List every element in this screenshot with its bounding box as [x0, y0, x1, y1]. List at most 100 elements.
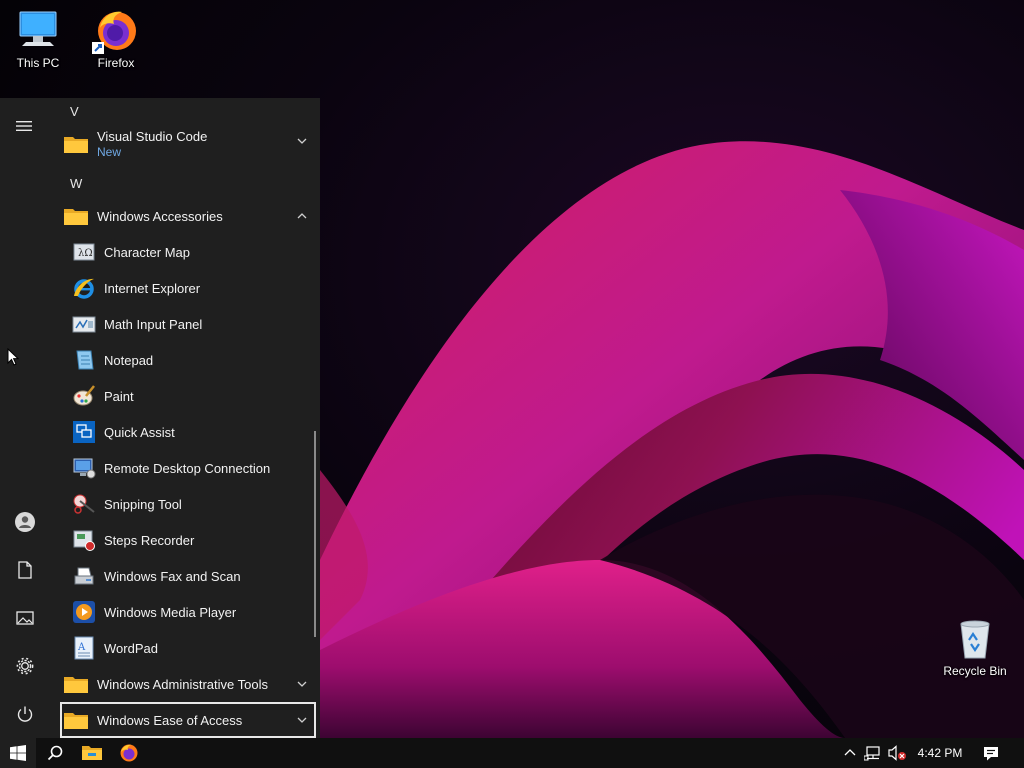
app-steps-recorder[interactable]: Steps Recorder: [60, 522, 316, 558]
folder-icon: [64, 708, 88, 732]
app-label: Math Input Panel: [104, 316, 203, 332]
folder-icon: [64, 132, 88, 156]
expand-menu-button[interactable]: [0, 102, 50, 150]
app-folder-windows-accessories[interactable]: Windows Accessories: [60, 198, 316, 234]
file-explorer-button[interactable]: [74, 738, 110, 768]
app-internet-explorer[interactable]: Internet Explorer: [60, 270, 316, 306]
app-windows-fax-and-scan[interactable]: Windows Fax and Scan: [60, 558, 316, 594]
chevron-up-icon: [297, 213, 307, 219]
app-notepad[interactable]: Notepad: [60, 342, 316, 378]
internet-explorer-icon: [72, 276, 96, 300]
volume-button[interactable]: [886, 738, 908, 768]
computer-icon: [14, 6, 62, 54]
app-snipping-tool[interactable]: Snipping Tool: [60, 486, 316, 522]
settings-icon: [16, 657, 34, 675]
firefox-taskbar-button[interactable]: [111, 738, 147, 768]
user-account-button[interactable]: [0, 498, 50, 546]
notepad-icon: [72, 348, 96, 372]
chevron-up-icon: [844, 749, 856, 756]
app-label: Windows Administrative Tools: [97, 676, 268, 692]
desktop-icon-firefox[interactable]: Firefox: [78, 0, 154, 70]
mouse-cursor-icon: [7, 348, 19, 366]
app-windows-media-player[interactable]: Windows Media Player: [60, 594, 316, 630]
clock-time: 4:42 PM: [917, 746, 963, 760]
app-label: Windows Fax and Scan: [104, 568, 241, 584]
app-label: Snipping Tool: [104, 496, 182, 512]
app-label: Steps Recorder: [104, 532, 195, 548]
app-label: Quick Assist: [104, 424, 175, 440]
app-label: Internet Explorer: [104, 280, 201, 296]
app-label: Character Map: [104, 244, 190, 260]
app-wordpad[interactable]: A WordPad: [60, 630, 316, 666]
app-math-input-panel[interactable]: Math Input Panel: [60, 306, 316, 342]
search-button[interactable]: [37, 738, 73, 768]
snipping-tool-icon: [72, 492, 96, 516]
app-label: Windows Ease of Access: [97, 712, 243, 728]
settings-button[interactable]: [0, 642, 50, 690]
desktop-icon-recycle-bin[interactable]: Recycle Bin: [937, 608, 1013, 678]
desktop-icon-this-pc[interactable]: This PC: [0, 0, 76, 70]
volume-muted-icon: [888, 745, 906, 761]
quick-assist-icon: [72, 420, 96, 444]
start-button[interactable]: [0, 738, 36, 768]
desktop-icon-label: Firefox: [97, 56, 135, 70]
folder-icon: [64, 672, 88, 696]
desktop-icon-label: Recycle Bin: [943, 664, 1007, 678]
taskbar: 4:42 PM: [0, 738, 1024, 768]
action-center-button[interactable]: [978, 738, 1004, 768]
show-hidden-icons-button[interactable]: [840, 738, 860, 768]
network-status-button[interactable]: [862, 738, 884, 768]
wordpad-icon: A: [72, 636, 96, 660]
documents-button[interactable]: [0, 546, 50, 594]
app-quick-assist[interactable]: Quick Assist: [60, 414, 316, 450]
start-menu-rail: [0, 98, 50, 738]
power-button[interactable]: [0, 690, 50, 738]
windows-start-icon: [10, 745, 26, 761]
app-label: Notepad: [104, 352, 154, 368]
file-explorer-icon: [82, 746, 102, 760]
all-apps-list[interactable]: V Visual Studio Code New W Windows Acces…: [50, 98, 320, 738]
app-list-scrollbar[interactable]: [314, 431, 316, 637]
user-account-icon: [15, 512, 35, 532]
app-label: Visual Studio Code: [97, 129, 208, 144]
chevron-down-icon: [297, 717, 307, 723]
paint-icon: [72, 384, 96, 408]
app-label: Remote Desktop Connection: [104, 460, 271, 476]
firefox-icon: [92, 6, 140, 54]
letter-header-w[interactable]: W: [70, 176, 82, 191]
svg-text:A: A: [77, 642, 86, 653]
new-badge: New: [97, 145, 122, 159]
app-folder-windows-administrative-tools[interactable]: Windows Administrative Tools: [60, 666, 316, 702]
firefox-icon: [120, 744, 138, 762]
app-label: Windows Accessories: [97, 208, 223, 224]
pictures-icon: [16, 611, 34, 625]
fax-scan-icon: [72, 564, 96, 588]
hamburger-menu-icon: [16, 121, 32, 131]
app-character-map[interactable]: λΩ Character Map: [60, 234, 316, 270]
power-icon: [17, 706, 33, 722]
action-center-icon: [984, 746, 998, 760]
app-remote-desktop-connection[interactable]: Remote Desktop Connection: [60, 450, 316, 486]
character-map-icon: λΩ: [72, 240, 96, 264]
chevron-down-icon: [297, 138, 307, 144]
pictures-button[interactable]: [0, 594, 50, 642]
letter-header-v[interactable]: V: [70, 104, 79, 119]
math-input-panel-icon: [72, 312, 96, 336]
folder-icon: [64, 204, 88, 228]
app-paint[interactable]: Paint: [60, 378, 316, 414]
clock[interactable]: 4:42 PM: [910, 738, 970, 768]
app-folder-visual-studio-code[interactable]: Visual Studio Code New: [60, 123, 316, 165]
network-icon: [864, 746, 880, 761]
documents-icon: [18, 561, 32, 579]
app-label: Paint: [104, 388, 134, 404]
media-player-icon: [72, 600, 96, 624]
chevron-down-icon: [297, 681, 307, 687]
app-label: WordPad: [104, 640, 158, 656]
steps-recorder-icon: [72, 528, 96, 552]
search-icon: [47, 745, 63, 761]
remote-desktop-icon: [72, 456, 96, 480]
svg-text:λΩ: λΩ: [78, 248, 93, 259]
app-folder-windows-ease-of-access[interactable]: Windows Ease of Access: [60, 702, 316, 738]
desktop-icon-label: This PC: [16, 56, 60, 70]
start-menu: V Visual Studio Code New W Windows Acces…: [0, 98, 320, 738]
